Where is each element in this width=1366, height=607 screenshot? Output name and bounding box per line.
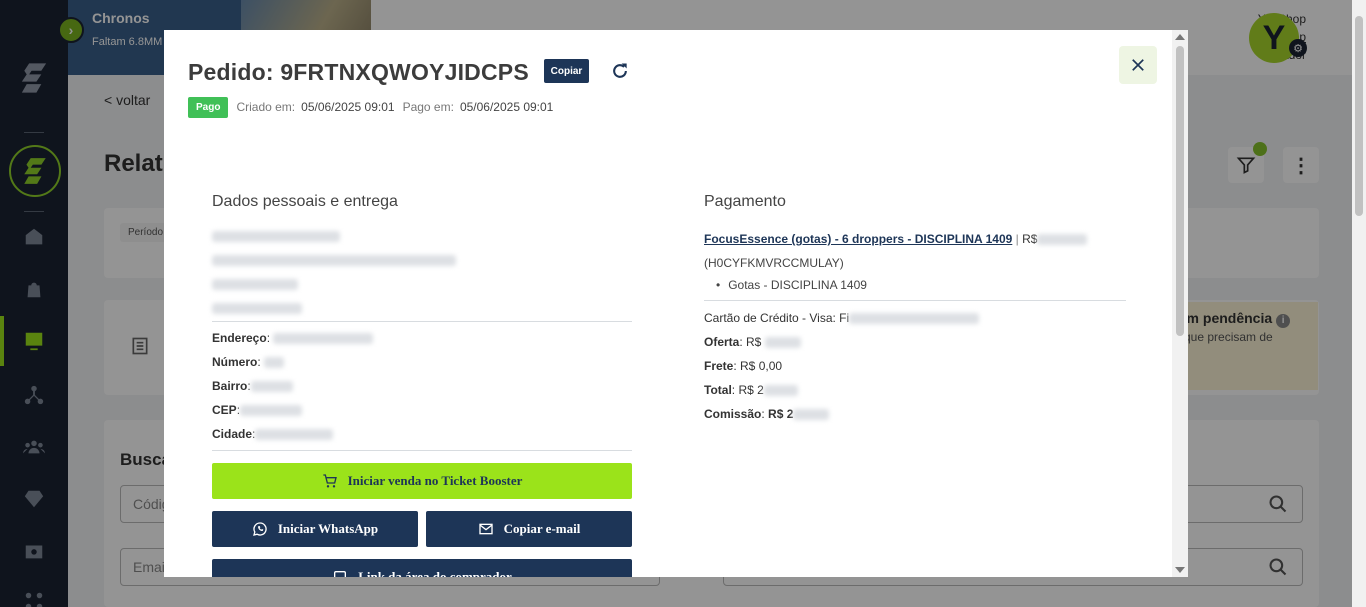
product-code: (H0CYFKMVRCCMULAY) (704, 256, 844, 270)
whatsapp-button[interactable]: Iniciar WhatsApp (212, 511, 418, 547)
order-modal: Pedido: 9FRTNXQWOYJIDCPS Copiar Pago Cri… (164, 30, 1188, 577)
customer-document-redacted (212, 276, 298, 294)
copy-email-label: Copiar e-mail (503, 521, 581, 536)
commission-row: Comissão: R$ 2 (704, 407, 830, 421)
total-prefix: R$ 2 (738, 383, 764, 397)
payment-section-title: Pagamento (704, 193, 786, 210)
refresh-icon (613, 63, 627, 78)
order-meta: Pago Criado em: 05/06/2025 09:01 Pago em… (188, 96, 561, 118)
paid-label: Pago em: (402, 100, 454, 114)
buyer-area-label: Link da área do comprador (358, 569, 512, 577)
customer-phone-redacted (212, 300, 302, 318)
created-label: Criado em: (236, 100, 296, 114)
scroll-down-arrow[interactable] (1175, 567, 1185, 573)
divider (212, 321, 632, 322)
link-icon (334, 571, 347, 577)
product-link[interactable]: FocusEssence (gotas) - 6 droppers - DISC… (704, 232, 1012, 246)
copy-email-button[interactable]: Copiar e-mail (426, 511, 632, 547)
total-label: Total (704, 383, 732, 397)
customer-email-redacted (212, 252, 456, 270)
whatsapp-icon (252, 522, 267, 536)
personal-section-title: Dados pessoais e entrega (212, 193, 398, 210)
card-row: Cartão de Crédito - Visa: Fi (704, 311, 980, 325)
offer-label: Oferta (704, 335, 740, 349)
buyer-area-button[interactable]: Link da área do comprador (212, 559, 632, 577)
cart-icon (322, 474, 337, 488)
mail-icon (478, 523, 493, 535)
zip-label: CEP (212, 403, 237, 417)
offer-row: Oferta: R$ (704, 335, 801, 349)
commission-label: Comissão (704, 407, 762, 421)
zip-row: CEP: (212, 403, 303, 417)
page-scrollbar[interactable] (1352, 0, 1366, 607)
status-badge: Pago (188, 96, 229, 118)
district-label: Bairro (212, 379, 248, 393)
refresh-button[interactable] (608, 59, 632, 83)
copy-order-button[interactable]: Copiar (544, 59, 589, 83)
close-button[interactable] (1119, 46, 1157, 84)
created-value: 05/06/2025 09:01 (301, 100, 395, 114)
number-row: Número: (212, 355, 285, 369)
number-label: Número (212, 355, 258, 369)
commission-prefix: R$ 2 (768, 407, 794, 421)
shipping-value: R$ 0,00 (740, 359, 783, 373)
close-icon (1132, 59, 1144, 71)
page-scrollbar-thumb[interactable] (1355, 16, 1363, 216)
product-price-prefix: R$ (1022, 232, 1038, 246)
product-item: Gotas - DISCIPLINA 1409 (716, 278, 867, 292)
ticket-booster-button[interactable]: Iniciar venda no Ticket Booster (212, 463, 632, 499)
order-title: Pedido: 9FRTNXQWOYJIDCPS (188, 59, 529, 85)
shipping-row: Frete: R$ 0,00 (704, 359, 783, 373)
paid-value: 05/06/2025 09:01 (459, 100, 554, 114)
offer-prefix: R$ (746, 335, 762, 349)
modal-scrollbar-thumb[interactable] (1176, 46, 1184, 336)
city-label: Cidade (212, 427, 253, 441)
product-line: FocusEssence (gotas) - 6 droppers - DISC… (704, 232, 1088, 246)
district-row: Bairro: (212, 379, 293, 393)
ticket-booster-label: Iniciar venda no Ticket Booster (347, 473, 523, 488)
address-label: Endereço (212, 331, 267, 345)
scroll-up-arrow[interactable] (1175, 34, 1185, 40)
total-row: Total: R$ 2 (704, 383, 798, 397)
shipping-label: Frete (704, 359, 734, 373)
customer-name-redacted (212, 228, 340, 246)
city-row: Cidade: (212, 427, 334, 441)
modal-scrollbar[interactable] (1172, 30, 1188, 577)
whatsapp-label: Iniciar WhatsApp (277, 521, 379, 536)
card-info: Cartão de Crédito - Visa: Fi (704, 311, 850, 325)
divider (704, 300, 1126, 301)
address-row: Endereço: (212, 331, 374, 345)
divider (212, 450, 632, 451)
